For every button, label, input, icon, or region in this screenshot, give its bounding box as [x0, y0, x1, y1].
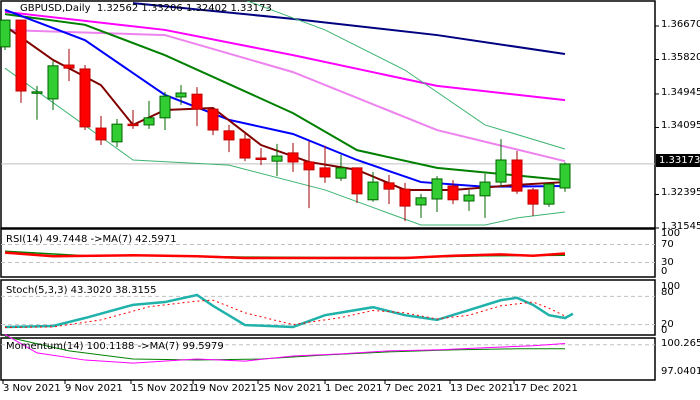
bearish-candle	[255, 157, 267, 161]
stoch-axis-0: 0	[661, 325, 668, 336]
bearish-candle	[351, 167, 363, 195]
rsi-line	[4, 251, 566, 260]
bullish-candle	[463, 194, 475, 202]
bullish-candle	[335, 167, 347, 179]
bearish-candle	[319, 167, 331, 178]
price-axis-label: 1.32395	[661, 187, 700, 199]
price-axis-label: 1.35820	[661, 52, 700, 64]
bearish-candle	[95, 127, 107, 141]
bullish-candle	[431, 178, 443, 200]
bearish-candle	[207, 108, 219, 131]
bullish-candle	[143, 117, 155, 126]
bullish-candle	[271, 155, 283, 162]
bullish-candle	[0, 19, 11, 48]
rsi-axis-0: 0	[661, 266, 668, 277]
bullish-candle	[47, 65, 59, 100]
bullish-candle	[159, 95, 171, 119]
bearish-candle	[15, 19, 27, 92]
date-axis-label: 19 Nov 2021	[193, 383, 258, 394]
bearish-candle	[287, 152, 299, 163]
panel-frame-0	[0, 0, 656, 229]
bearish-candle	[511, 159, 523, 192]
rsi-axis-100: 100	[661, 228, 681, 239]
bearish-candle	[239, 138, 251, 159]
open-value: 1.32562	[96, 3, 139, 14]
rsi-axis-70: 70	[661, 239, 674, 250]
date-axis-label: 13 Dec 2021	[450, 383, 514, 394]
bearish-candle	[447, 185, 459, 201]
bearish-candle	[303, 161, 315, 171]
momentum-label: Momentum(14) 100.1188 ->MA(7) 99.5979	[6, 341, 224, 352]
bearish-candle	[527, 189, 539, 205]
momentum-axis-high: 100.2654	[661, 338, 700, 349]
price-axis-label: 1.34945	[661, 86, 700, 98]
bullish-candle	[175, 92, 187, 98]
stoch-k-line	[4, 293, 574, 329]
close-value: 1.33173	[230, 3, 272, 14]
high-value: 1.33206	[141, 3, 183, 14]
bullish-candle	[543, 183, 555, 205]
bearish-candle	[383, 182, 395, 190]
date-axis-label: 25 Nov 2021	[258, 383, 323, 394]
bearish-candle	[127, 123, 139, 127]
date-axis-label: 15 Nov 2021	[131, 383, 196, 394]
band-upper-line	[246, 1, 566, 150]
bullish-candle	[559, 163, 571, 189]
price-axis-label: 1.34095	[661, 120, 700, 132]
symbol-label: GBPUSD,Daily	[20, 3, 91, 14]
bullish-candle	[367, 181, 379, 201]
date-axis-label: 3 Nov 2021	[3, 383, 61, 394]
bearish-candle	[79, 68, 91, 128]
bearish-candle	[223, 130, 235, 141]
bullish-candle	[479, 181, 491, 197]
trading-chart[interactable]: GBPUSD,Daily 1.32562 1.33206 1.32402 1.3…	[0, 0, 700, 400]
chart-canvas[interactable]	[0, 0, 700, 400]
bullish-candle	[111, 123, 123, 143]
bearish-candle	[63, 64, 75, 69]
chart-title: GBPUSD,Daily 1.32562 1.33206 1.32402 1.3…	[20, 3, 272, 14]
stoch-d-line	[4, 299, 566, 328]
bearish-candle	[191, 93, 203, 110]
date-axis-label: 7 Dec 2021	[385, 383, 443, 394]
current-price-tag: 1.33173	[656, 154, 700, 167]
price-axis-label: 1.36670	[661, 19, 700, 30]
rsi-label: RSI(14) 49.7448 ->MA(7) 42.5971	[6, 234, 177, 245]
date-axis-label: 17 Dec 2021	[514, 383, 578, 394]
date-axis-label: 9 Nov 2021	[65, 383, 123, 394]
momentum-axis-low: 97.0401	[661, 366, 700, 377]
bullish-candle	[495, 159, 507, 183]
stoch-label: Stoch(5,3,3) 43.3020 38.3155	[6, 285, 157, 296]
date-axis-label: 1 Dec 2021	[325, 383, 383, 394]
bearish-candle	[399, 188, 411, 207]
low-value: 1.32402	[185, 3, 228, 14]
bullish-candle	[415, 197, 427, 206]
stoch-axis-80: 80	[661, 287, 674, 298]
bullish-candle	[31, 91, 43, 94]
